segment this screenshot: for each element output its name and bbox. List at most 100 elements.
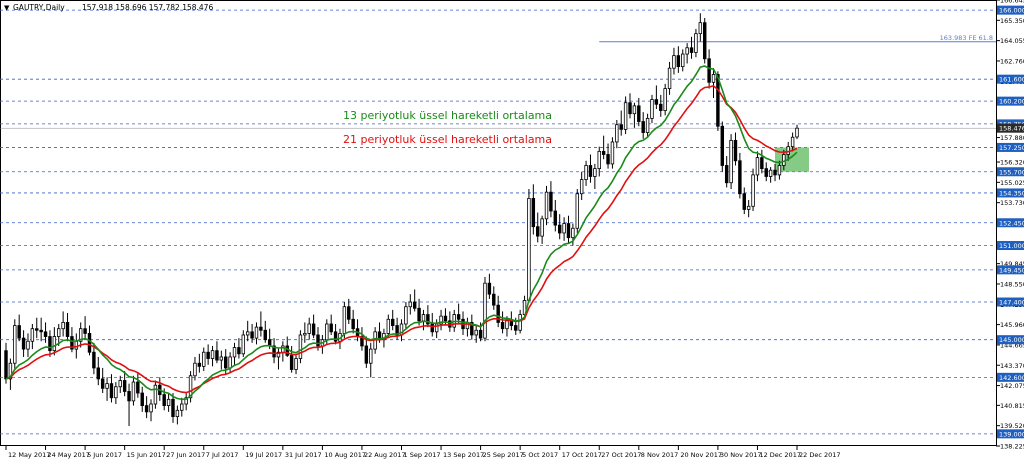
y-tick-label: 140.815 xyxy=(1000,402,1024,410)
candle-body xyxy=(202,351,206,367)
level-label: 160.200 xyxy=(999,98,1024,106)
x-tick-label: 7 Jul 2017 xyxy=(206,451,239,459)
candle-body xyxy=(127,391,131,402)
y-tick-label: 166.645 xyxy=(1000,0,1024,5)
candle-body xyxy=(575,193,579,229)
candle-body xyxy=(645,118,650,133)
candle-body xyxy=(711,74,716,83)
x-tick-label: 31 Jul 2017 xyxy=(285,451,322,459)
candle-body xyxy=(364,345,369,364)
candle-body xyxy=(536,226,540,237)
fib-label: 163.983 FE 61.8 xyxy=(940,34,993,42)
candle-body xyxy=(672,55,676,69)
candle-body xyxy=(610,141,615,165)
candle-body xyxy=(206,351,210,359)
candle-body xyxy=(369,348,373,364)
candle-body xyxy=(760,157,764,170)
candle-body xyxy=(487,282,492,295)
candle-body xyxy=(702,22,707,60)
candle-body xyxy=(105,383,109,389)
candle-body xyxy=(131,381,136,402)
candle-body xyxy=(659,103,663,111)
x-tick-label: 30 Nov 2017 xyxy=(720,451,762,459)
candle-body xyxy=(74,340,79,350)
candle-body xyxy=(347,306,351,320)
candle-body xyxy=(171,398,175,417)
candle-body xyxy=(615,124,619,143)
candle-body xyxy=(430,323,434,333)
level-label: 152.450 xyxy=(999,219,1024,227)
candle-body xyxy=(514,325,518,331)
y-tick-label: 165.350 xyxy=(1000,17,1024,25)
ema21-annotation: 21 periyotluk üssel hareketli ortalama xyxy=(343,133,552,146)
candle-body xyxy=(777,165,782,176)
x-tick-label: 8 Nov 2017 xyxy=(641,451,679,459)
x-tick-label: 1 Sep 2017 xyxy=(404,451,441,459)
candle-body xyxy=(654,99,659,105)
header-arrow-icon[interactable]: ▼ xyxy=(4,4,10,12)
candle-body xyxy=(509,320,514,326)
candle-body xyxy=(632,105,637,115)
candle-body xyxy=(667,67,672,89)
candle-body xyxy=(136,381,140,394)
candle-body xyxy=(114,386,118,399)
x-tick-label: 22 Aug 2017 xyxy=(364,451,406,459)
candle-body xyxy=(742,193,746,210)
candle-body xyxy=(250,331,254,339)
candle-body xyxy=(786,146,790,155)
y-tick-label: 139.520 xyxy=(1000,422,1024,430)
level-label: 147.400 xyxy=(999,299,1024,307)
y-tick-label: 142.075 xyxy=(1000,382,1024,390)
candle-body xyxy=(404,306,408,325)
candle-body xyxy=(579,179,584,195)
candle-body xyxy=(518,314,522,331)
candle-body xyxy=(140,392,144,406)
y-tick-label: 156.320 xyxy=(1000,159,1024,167)
candle-body xyxy=(57,328,61,337)
candle-body xyxy=(562,223,566,234)
candle-body xyxy=(254,326,259,339)
candle-body xyxy=(492,293,496,306)
candle-body xyxy=(175,409,180,417)
x-tick-label: 27 Oct 2017 xyxy=(601,451,641,459)
candle-body xyxy=(566,223,571,239)
candle-body xyxy=(733,139,738,162)
x-tick-label: 17 Oct 2017 xyxy=(562,451,602,459)
candle-body xyxy=(96,367,101,380)
candle-body xyxy=(619,124,623,130)
candle-body xyxy=(149,403,153,413)
candle-body xyxy=(623,102,628,130)
candle-body xyxy=(531,198,536,228)
candle-body xyxy=(474,329,478,336)
candle-body xyxy=(342,306,347,334)
x-tick-label: 22 Dec 2017 xyxy=(799,451,841,459)
candle-body xyxy=(303,333,307,336)
time-axis: 12 May 201724 May 20175 Jun 2017 15 Jun 2… xyxy=(5,446,841,459)
candle-body xyxy=(500,322,505,330)
candle-body xyxy=(245,331,250,336)
candle-body xyxy=(707,58,711,83)
candle-body xyxy=(390,318,395,326)
x-tick-label: 20 Nov 2017 xyxy=(680,451,722,459)
candle-body xyxy=(48,336,52,352)
candle-body xyxy=(571,227,575,239)
y-tick-label: 148.550 xyxy=(1000,280,1024,288)
candle-body xyxy=(549,191,553,212)
candle-body xyxy=(232,347,237,358)
candle-body xyxy=(17,325,21,339)
level-label: 157.250 xyxy=(999,144,1024,152)
y-tick-label: 143.370 xyxy=(1000,362,1024,370)
candle-body xyxy=(197,362,202,367)
chart-ohlc: 157.918 158.696 157.782 158.476 xyxy=(82,3,213,12)
candle-body xyxy=(790,136,795,148)
y-tick-label: 155.025 xyxy=(1000,179,1024,187)
candle-body xyxy=(298,334,303,359)
x-tick-label: 24 May 2017 xyxy=(48,451,90,459)
level-label: 154.350 xyxy=(999,189,1024,197)
candle-body xyxy=(166,398,171,406)
candle-body xyxy=(628,102,632,115)
x-tick-label: 13 Sep 2017 xyxy=(443,451,484,459)
candle-body xyxy=(325,323,329,341)
candle-body xyxy=(329,323,333,333)
candle-body xyxy=(61,322,65,330)
